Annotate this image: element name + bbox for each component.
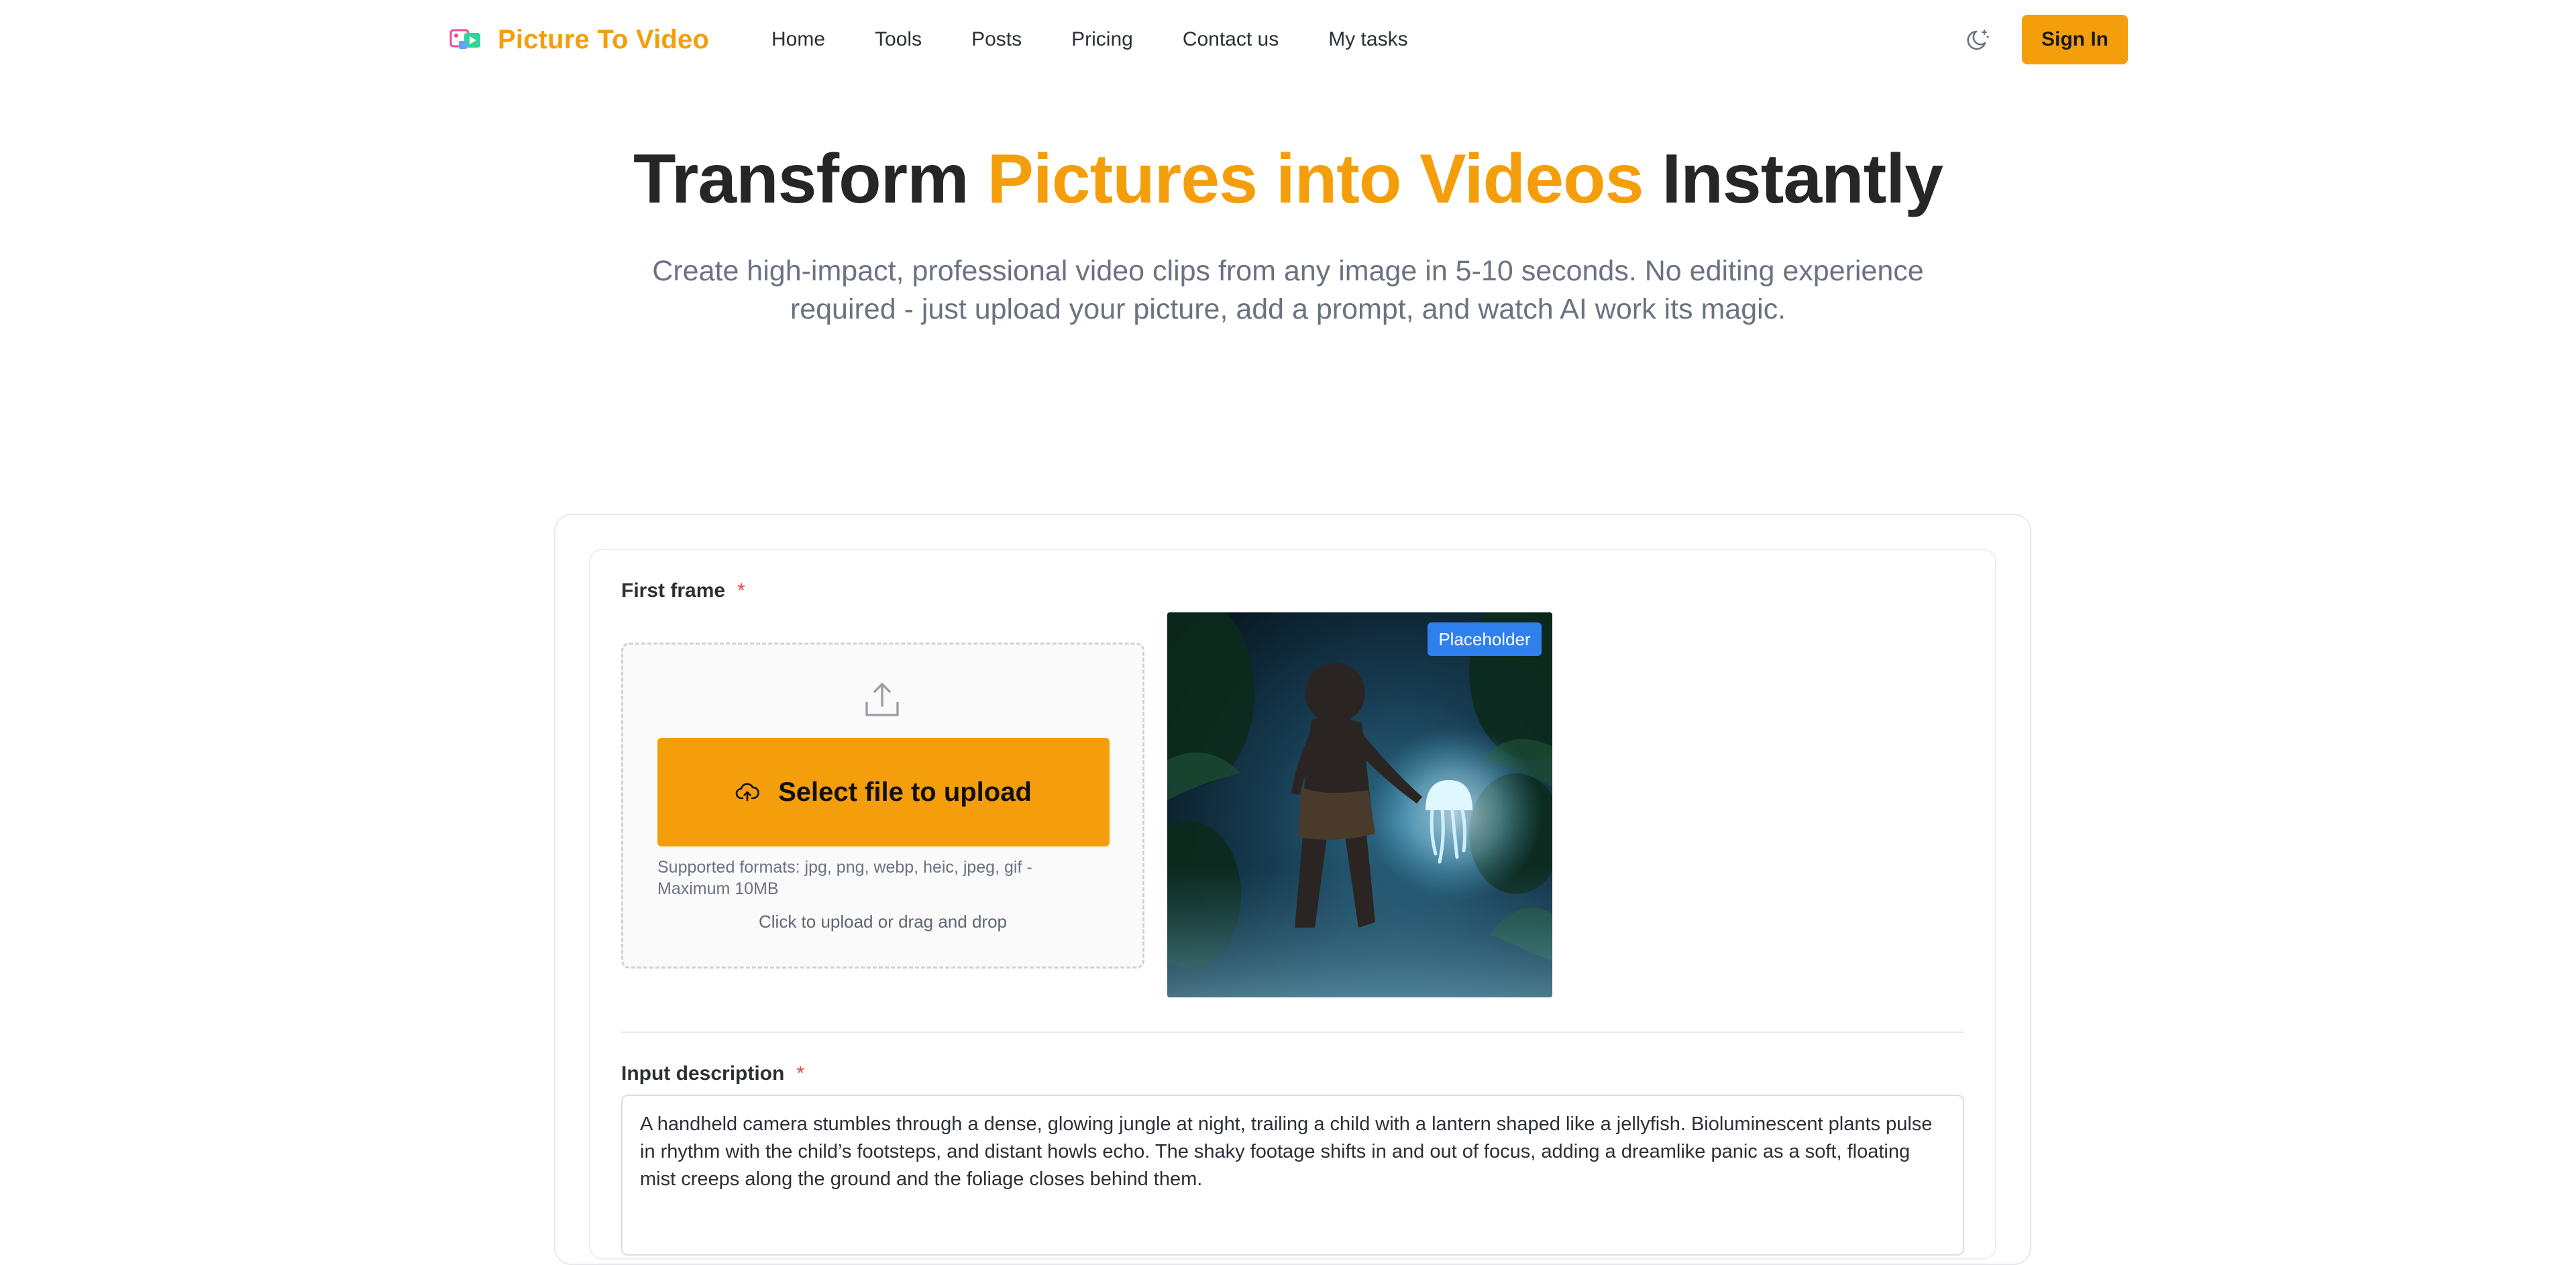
first-frame-label-text: First frame xyxy=(621,580,726,602)
hero-title: Transform Pictures into Videos Instantly xyxy=(0,140,2576,219)
moon-stars-icon xyxy=(1967,29,1989,50)
site-header: Picture To Video Home Tools Posts Pricin… xyxy=(0,0,2576,79)
nav-home[interactable]: Home xyxy=(771,28,825,51)
sign-in-button[interactable]: Sign In xyxy=(2022,15,2128,64)
main-nav: Home Tools Posts Pricing Contact us My t… xyxy=(771,24,1458,55)
required-marker: * xyxy=(737,580,745,602)
theme-toggle-button[interactable] xyxy=(1963,24,1994,55)
hero-subtitle: Create high-impact, professional video c… xyxy=(652,255,1924,325)
input-description-label: Input description * xyxy=(621,1062,804,1085)
required-marker: * xyxy=(796,1062,805,1085)
description-textarea[interactable]: A handheld camera stumbles through a den… xyxy=(621,1095,1964,1256)
hero-title-lead: Transform xyxy=(633,140,987,218)
brand-logo[interactable]: Picture To Video xyxy=(449,20,709,59)
select-file-button[interactable]: Select file to upload xyxy=(657,738,1110,846)
nav-posts[interactable]: Posts xyxy=(971,28,1022,51)
cloud-upload-icon xyxy=(735,783,759,802)
supported-formats-note: Supported formats: jpg, png, webp, heic,… xyxy=(657,858,1032,898)
nav-my-tasks[interactable]: My tasks xyxy=(1328,28,1407,51)
section-divider xyxy=(621,1032,1964,1033)
nav-contact-us[interactable]: Contact us xyxy=(1183,28,1279,51)
nav-pricing[interactable]: Pricing xyxy=(1071,28,1133,51)
drop-hint: Click to upload or drag and drop xyxy=(758,912,1007,932)
placeholder-preview-image xyxy=(1167,612,1552,997)
brand-name: Picture To Video xyxy=(498,24,710,54)
jungle-scene-image xyxy=(1167,612,1552,997)
placeholder-badge: Placeholder xyxy=(1428,622,1542,656)
select-file-label: Select file to upload xyxy=(778,777,1032,807)
hero-title-accent: Pictures into Videos xyxy=(987,140,1644,218)
upload-tray-icon xyxy=(865,683,899,716)
picture-to-video-logo-icon xyxy=(449,29,480,49)
nav-tools[interactable]: Tools xyxy=(875,28,922,51)
description-text: A handheld camera stumbles through a den… xyxy=(640,1113,1933,1190)
hero-title-tail: Instantly xyxy=(1643,140,1943,218)
input-description-label-text: Input description xyxy=(621,1062,785,1085)
first-frame-label: First frame * xyxy=(621,580,745,602)
